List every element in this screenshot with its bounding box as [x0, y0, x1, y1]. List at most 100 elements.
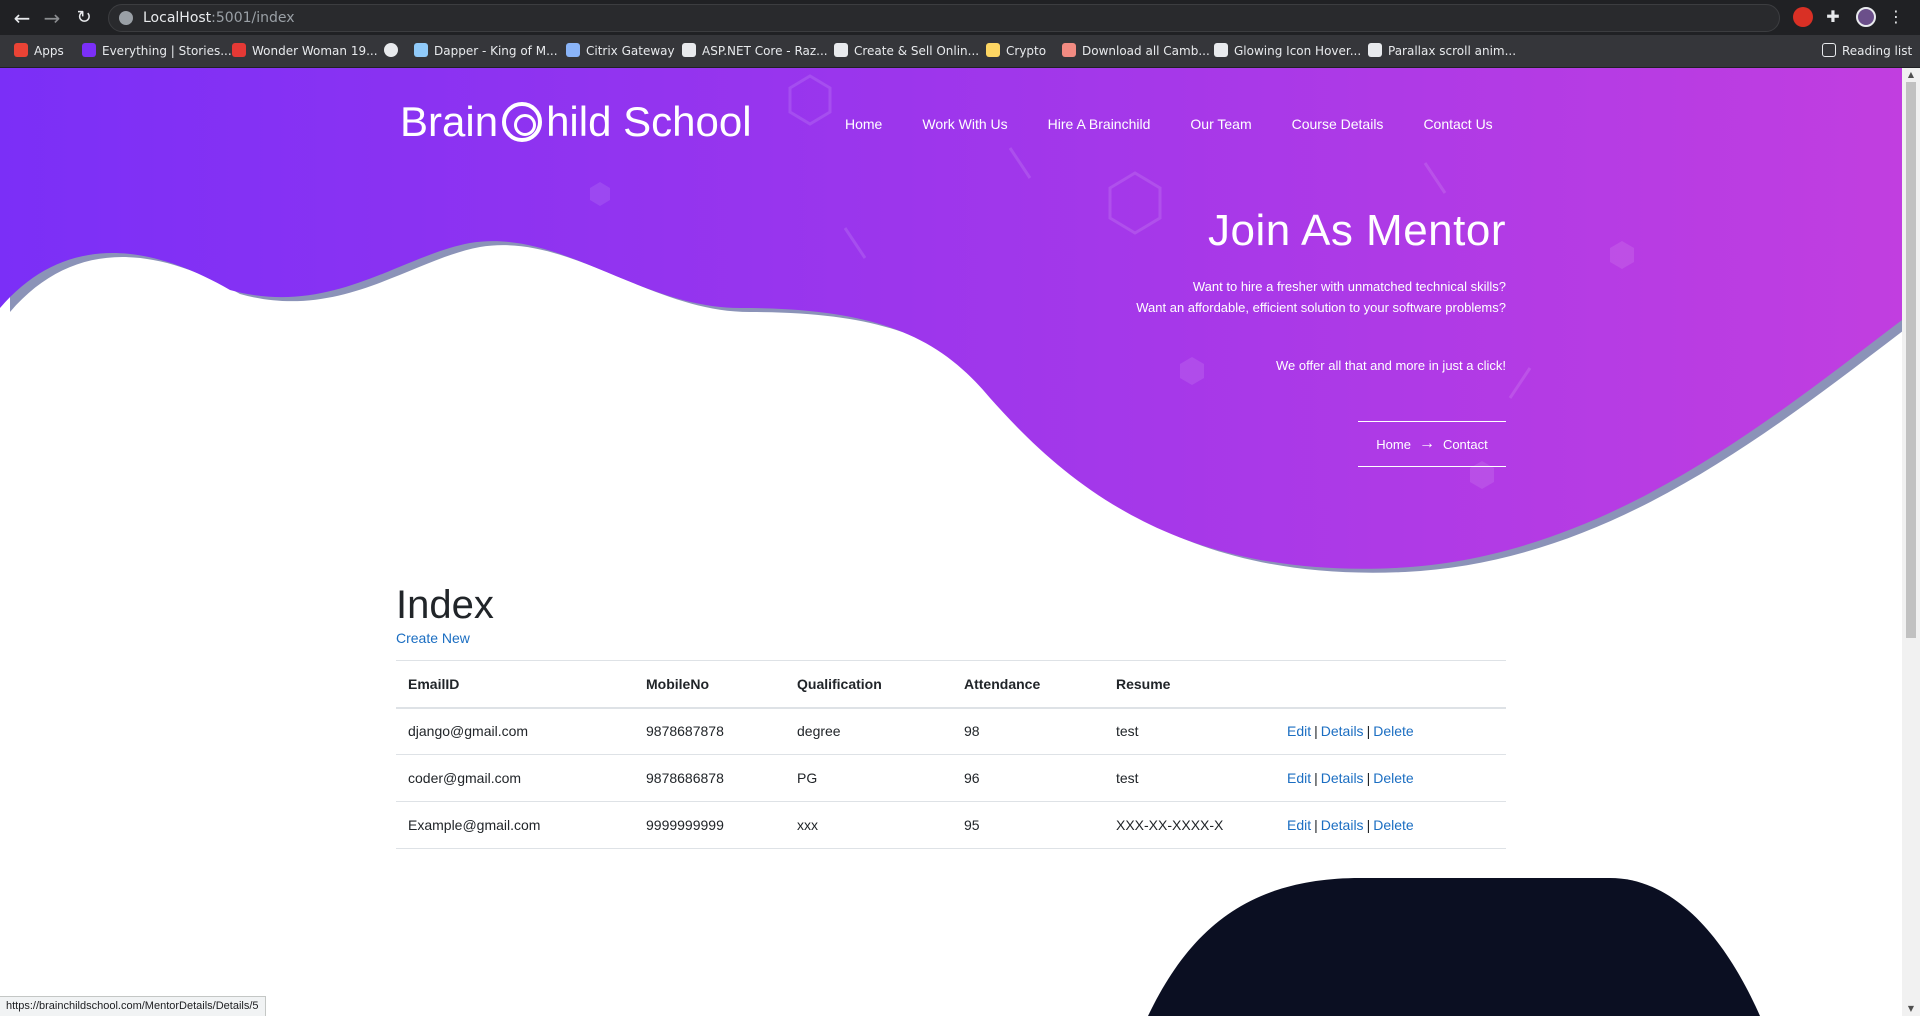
cell-attendance: 95 — [952, 801, 1104, 849]
bookmark-item[interactable]: Wonder Woman 19... — [232, 43, 378, 61]
bookmark-item[interactable]: Glowing Icon Hover... — [1214, 43, 1361, 61]
bookmark-item[interactable]: Parallax scroll anim... — [1368, 43, 1516, 61]
bookmark-item[interactable]: ASP.NET Core - Raz... — [682, 43, 828, 61]
bookmark-label: Crypto — [1006, 44, 1047, 58]
hero-text: Join As Mentor Want to hire a fresher wi… — [1136, 206, 1506, 373]
delete-link[interactable]: Delete — [1373, 723, 1413, 739]
bookmark-favicon-icon — [1368, 43, 1382, 57]
bookmark-favicon-icon — [986, 43, 1000, 57]
footer-shape — [1148, 878, 1760, 1016]
action-separator: | — [1366, 817, 1371, 833]
action-separator: | — [1314, 723, 1318, 740]
nav-link-1[interactable]: Work With Us — [902, 116, 1027, 132]
arrow-right-icon: → — [1418, 435, 1435, 452]
bookmark-item[interactable]: Download all Camb... — [1062, 43, 1210, 61]
table-row: django@gmail.com 9878687878 degree 98 test Ed… — [396, 707, 1506, 755]
back-arrow-icon[interactable]: ← — [10, 6, 34, 30]
table-row: Example@gmail.com 9999999999 xxx 95 XXX-XX-X… — [396, 801, 1506, 849]
column-header: MobileNo — [634, 660, 785, 709]
details-link[interactable]: Details — [1321, 817, 1364, 833]
forward-arrow-icon[interactable]: → — [40, 6, 64, 30]
bookmark-favicon-icon — [1062, 43, 1076, 57]
menu-dots-icon[interactable]: ⋮ — [1886, 7, 1906, 27]
bookmark-favicon-icon — [682, 43, 696, 57]
logo-mark-icon — [502, 102, 543, 142]
index-content: Index Create New EmailID MobileNo Qualific… — [396, 583, 1506, 849]
hero-line-1: Want to hire a fresher with unmatched te… — [1192, 279, 1506, 294]
row-actions: Edit | Details | Delete — [1275, 754, 1506, 802]
edit-link[interactable]: Edit — [1287, 770, 1311, 786]
nav-link-3[interactable]: Our Team — [1170, 116, 1271, 132]
browser-chrome: ← → ↻ LocalHost:5001/index ✚ ⋮ Apps Every… — [0, 0, 1920, 68]
edit-link[interactable]: Edit — [1287, 817, 1311, 833]
scroll-up-icon[interactable]: ▲ — [1902, 68, 1920, 82]
reading-list-icon — [1822, 43, 1836, 57]
breadcrumb-contact[interactable]: Contact — [1443, 437, 1488, 452]
action-separator: | — [1366, 770, 1371, 786]
edit-link[interactable]: Edit — [1287, 723, 1311, 739]
bookmark-label: Dapper - King of M... — [434, 44, 558, 58]
site-logo[interactable]: Brain hild School — [400, 98, 752, 146]
bookmark-favicon-icon — [1214, 43, 1228, 57]
cell-qualification: PG — [785, 754, 952, 802]
bookmark-item[interactable]: Dapper - King of M... — [414, 43, 558, 61]
column-header: Resume — [1104, 660, 1275, 709]
address-url: LocalHost:5001/index — [143, 10, 295, 26]
nav-link-2[interactable]: Hire A Brainchild — [1028, 116, 1171, 132]
bookmark-item[interactable]: Apps — [14, 43, 64, 61]
bookmark-favicon-icon — [14, 43, 28, 57]
bookmark-item[interactable]: Crypto — [986, 43, 1046, 61]
bookmark-label: Glowing Icon Hover... — [1234, 44, 1362, 58]
hero-background — [0, 68, 1902, 1016]
reading-list-button[interactable]: Reading list — [1822, 43, 1912, 61]
breadcrumb-home[interactable]: Home — [1376, 437, 1411, 452]
cell-resume: test — [1104, 707, 1275, 755]
column-header: EmailID — [396, 660, 634, 709]
bookmark-favicon-icon — [384, 43, 398, 57]
bookmark-label: ASP.NET Core - Raz... — [702, 44, 828, 58]
column-header: Qualification — [785, 660, 952, 709]
bookmark-item[interactable] — [384, 43, 404, 61]
hero-title: Join As Mentor — [1207, 206, 1506, 255]
bookmark-favicon-icon — [414, 43, 428, 57]
nav-link-4[interactable]: Course Details — [1272, 116, 1404, 132]
puzzle-extensions-icon[interactable]: ✚ — [1823, 7, 1843, 27]
cell-email: django@gmail.com — [396, 707, 634, 755]
column-header: Attendance — [952, 660, 1104, 709]
reload-icon[interactable]: ↻ — [72, 6, 96, 30]
bookmark-item[interactable]: Everything | Stories... — [82, 43, 232, 61]
bookmark-label: Parallax scroll anim... — [1388, 44, 1517, 58]
profile-avatar[interactable] — [1856, 7, 1876, 27]
bookmark-favicon-icon — [834, 43, 848, 57]
bookmark-item[interactable]: Create & Sell Onlin... — [834, 43, 979, 61]
delete-link[interactable]: Delete — [1373, 770, 1413, 786]
nav-link-0[interactable]: Home — [825, 116, 902, 132]
address-bar[interactable]: LocalHost:5001/index — [108, 4, 1780, 32]
cell-resume: test — [1104, 754, 1275, 802]
cell-mobile: 9878687878 — [634, 707, 785, 755]
nav-link-5[interactable]: Contact Us — [1403, 116, 1512, 132]
details-link[interactable]: Details — [1321, 723, 1364, 739]
create-new-link[interactable]: Create New — [396, 630, 1506, 646]
bookmark-label: Everything | Stories... — [102, 44, 232, 58]
scroll-thumb[interactable] — [1906, 82, 1916, 638]
browser-toolbar: ← → ↻ LocalHost:5001/index ✚ ⋮ — [0, 0, 1920, 35]
hero-tagline: We offer all that and more in just a cli… — [1275, 358, 1506, 373]
scroll-down-icon[interactable]: ▼ — [1902, 1002, 1920, 1016]
delete-link[interactable]: Delete — [1373, 817, 1413, 833]
cell-mobile: 9999999999 — [634, 801, 785, 849]
row-actions: Edit | Details | Delete — [1275, 707, 1506, 755]
page-scrollbar[interactable]: ▲ ▼ — [1902, 68, 1920, 1016]
bookmark-label: Create & Sell Onlin... — [854, 44, 980, 58]
extension-icon[interactable] — [1793, 7, 1813, 27]
details-link[interactable]: Details — [1321, 770, 1364, 786]
cell-email: Example@gmail.com — [396, 801, 634, 849]
cell-mobile: 9878686878 — [634, 754, 785, 802]
cell-attendance: 96 — [952, 754, 1104, 802]
cell-qualification: degree — [785, 707, 952, 755]
site-info-icon[interactable] — [119, 11, 133, 25]
action-separator: | — [1366, 723, 1371, 740]
table-header-row: EmailID MobileNo Qualification Attendance Re… — [396, 660, 1506, 709]
bookmark-item[interactable]: Citrix Gateway — [566, 43, 675, 61]
bookmark-favicon-icon — [82, 43, 96, 57]
